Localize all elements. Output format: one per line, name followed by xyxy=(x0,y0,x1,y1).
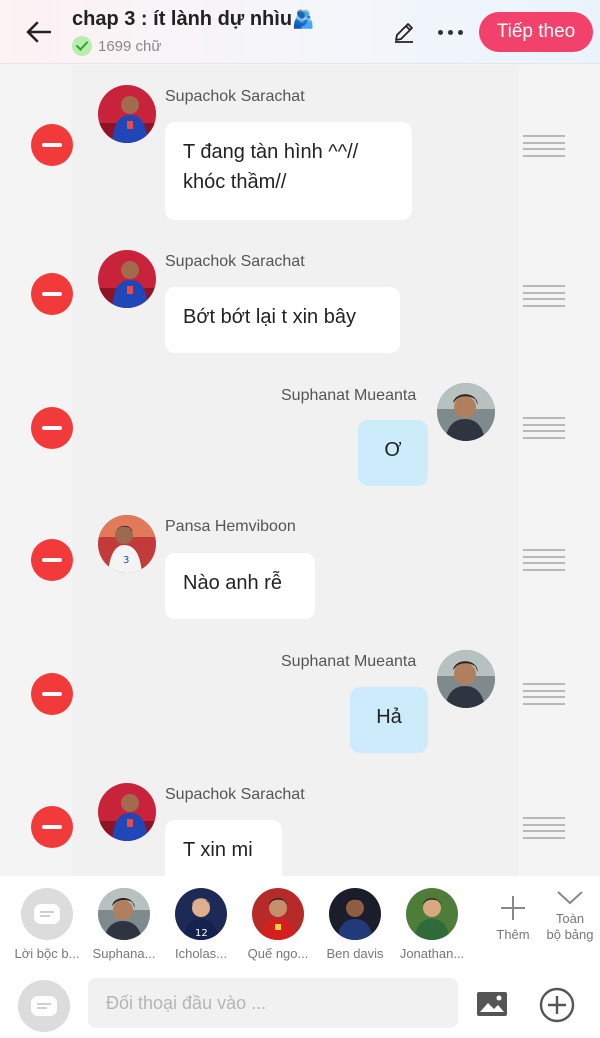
message-bubble[interactable]: Hả xyxy=(350,687,428,753)
hug-emoji-icon: 🫂 xyxy=(292,9,315,29)
avatar xyxy=(406,888,458,940)
avatar xyxy=(437,383,495,441)
sender-name: Supachok Sarachat xyxy=(165,253,305,270)
sender-name: Suphanat Mueanta xyxy=(281,387,417,404)
drag-handle-icon[interactable] xyxy=(523,683,565,705)
delete-message-button[interactable] xyxy=(31,806,73,848)
avatar: 3 xyxy=(98,515,156,573)
delete-message-button[interactable] xyxy=(31,539,73,581)
character-picker: Lời bộc b... Suphana... 12 Icholas... Qu… xyxy=(0,876,600,962)
character-option[interactable]: 12 Icholas... xyxy=(166,888,236,961)
avatar: 12 xyxy=(175,888,227,940)
svg-text:3: 3 xyxy=(123,555,129,566)
character-label: Jonathan... xyxy=(399,946,465,961)
all-board-label-line2: bộ bảng xyxy=(546,927,594,942)
avatar xyxy=(98,85,156,143)
avatar xyxy=(252,888,304,940)
add-character-label: Thêm xyxy=(496,927,530,942)
sender-name: Supachok Sarachat xyxy=(165,88,305,105)
delete-message-button[interactable] xyxy=(31,407,73,449)
message-bubble[interactable]: Bớt bớt lại t xin bây xyxy=(165,287,400,353)
avatar xyxy=(437,650,495,708)
message-row: 3 Pansa Hemviboon Nào anh rễ xyxy=(0,497,600,632)
message-line: Bớt bớt lại t xin bây xyxy=(183,306,356,328)
message-row: Suphanat Mueanta Ơ xyxy=(0,365,600,497)
narration-toggle-button[interactable] xyxy=(18,980,70,1032)
add-circle-icon[interactable] xyxy=(538,986,576,1024)
character-label: Ben davis xyxy=(326,946,384,961)
character-label: Icholas... xyxy=(174,946,228,961)
message-row: Suphanat Mueanta Hả xyxy=(0,632,600,764)
character-option[interactable]: Suphana... xyxy=(89,888,159,961)
all-board-label-line1: Toàn xyxy=(555,911,585,926)
message-row: Supachok Sarachat Bớt bớt lại t xin bây xyxy=(0,230,600,365)
dialogue-input[interactable] xyxy=(88,978,458,1028)
svg-text:12: 12 xyxy=(195,928,208,939)
message-composer xyxy=(0,962,600,1038)
next-button[interactable]: Tiếp theo xyxy=(479,12,593,52)
message-bubble[interactable]: Ơ xyxy=(358,420,428,486)
chevron-down-icon xyxy=(557,891,583,905)
character-option[interactable]: Jonathan... xyxy=(397,888,467,961)
drag-handle-icon[interactable] xyxy=(523,549,565,571)
character-label: Lời bộc b... xyxy=(14,946,80,961)
drag-handle-icon[interactable] xyxy=(523,135,565,157)
message-line: T xin mi xyxy=(183,839,253,861)
character-narrator[interactable]: Lời bộc b... xyxy=(12,888,82,961)
message-line: Hả xyxy=(376,706,402,728)
drag-handle-icon[interactable] xyxy=(523,417,565,439)
delete-message-button[interactable] xyxy=(31,673,73,715)
sender-name: Supachok Sarachat xyxy=(165,786,305,803)
word-count-text: 1699 chữ xyxy=(98,37,162,55)
character-option[interactable]: Ben davis xyxy=(320,888,390,961)
chapter-title-text: chap 3 : ít lành dự nhìu xyxy=(72,8,293,30)
drag-handle-icon[interactable] xyxy=(523,817,565,839)
chat-area: Supachok Sarachat T đang tàn hình ^^// k… xyxy=(0,65,600,876)
image-icon[interactable] xyxy=(474,986,510,1022)
chapter-title: chap 3 : ít lành dự nhìu🫂 xyxy=(72,8,314,31)
narration-icon xyxy=(31,996,57,1016)
message-row: Supachok Sarachat T đang tàn hình ^^// k… xyxy=(0,65,600,230)
character-label: Suphana... xyxy=(92,946,156,961)
sender-name: Suphanat Mueanta xyxy=(281,653,417,670)
message-line: Nào anh rễ xyxy=(183,572,282,594)
avatar xyxy=(329,888,381,940)
pencil-icon[interactable] xyxy=(390,18,418,46)
sender-name: Pansa Hemviboon xyxy=(165,518,296,535)
more-options-icon[interactable] xyxy=(430,18,470,46)
all-board-button[interactable]: Toàn bộ bảng xyxy=(540,890,600,943)
plus-icon xyxy=(501,896,525,920)
message-row: Supachok Sarachat T xin mi xyxy=(0,764,600,876)
top-bar: chap 3 : ít lành dự nhìu🫂 1699 chữ Tiếp … xyxy=(0,0,600,64)
delete-message-button[interactable] xyxy=(31,273,73,315)
add-character-button[interactable]: Thêm xyxy=(490,894,536,943)
message-line: Ơ xyxy=(384,439,402,461)
message-line: T đang tàn hình ^^// xyxy=(183,141,359,163)
message-bubble[interactable]: T đang tàn hình ^^// khóc thầm// xyxy=(165,122,412,220)
avatar xyxy=(98,783,156,841)
delete-message-button[interactable] xyxy=(31,124,73,166)
character-option[interactable]: Quế ngo... xyxy=(243,888,313,961)
character-label: Quế ngo... xyxy=(247,946,309,961)
avatar xyxy=(98,250,156,308)
message-bubble[interactable]: T xin mi xyxy=(165,820,282,876)
message-line: khóc thầm// xyxy=(183,171,287,193)
avatar xyxy=(98,888,150,940)
message-bubble[interactable]: Nào anh rễ xyxy=(165,553,315,619)
narration-icon xyxy=(21,888,73,940)
back-arrow-icon[interactable] xyxy=(22,16,54,48)
check-icon xyxy=(72,36,92,56)
drag-handle-icon[interactable] xyxy=(523,285,565,307)
word-count: 1699 chữ xyxy=(72,36,161,56)
